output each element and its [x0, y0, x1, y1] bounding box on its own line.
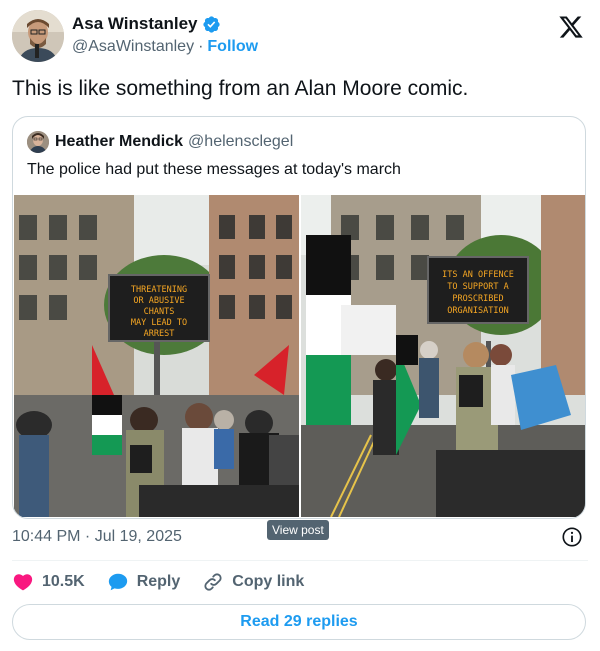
author-name-row: Asa Winstanley [72, 14, 221, 34]
sign-right-line-3: ORGANISATION [447, 306, 508, 316]
reply-button[interactable]: Reply [107, 571, 181, 593]
like-count: 10.5K [42, 573, 85, 590]
tweet-timestamp[interactable]: 10:44 PM · Jul 19, 2025 [12, 528, 182, 546]
action-bar: 10.5K Reply Copy link [12, 570, 326, 594]
sign-right-line-2: PROSCRIBED [452, 294, 503, 304]
verified-badge-icon [202, 15, 220, 33]
sign-right-line-1: TO SUPPORT A [447, 282, 508, 292]
follow-button[interactable]: Follow [207, 38, 258, 56]
link-icon [204, 573, 222, 591]
read-replies-button[interactable]: Read 29 replies [12, 604, 586, 640]
quoted-photo-left[interactable]: THREATENING OR ABUSIVE CHANTS MAY LEAD T… [14, 195, 299, 517]
sign-left-line-1: OR ABUSIVE [133, 296, 184, 306]
x-logo-icon[interactable] [558, 14, 584, 40]
heart-icon [13, 574, 33, 591]
reply-bubble-icon [108, 573, 127, 591]
author-avatar[interactable] [12, 10, 64, 62]
quoted-author-avatar [27, 131, 49, 153]
copy-link-button[interactable]: Copy link [202, 571, 304, 593]
quoted-text: The police had put these messages at tod… [27, 161, 401, 178]
divider [12, 560, 588, 561]
quoted-tweet[interactable]: Heather Mendick @helensclegel The police… [12, 116, 586, 519]
sign-left-line-2: CHANTS [144, 307, 175, 317]
quoted-handle: @helensclegel [188, 133, 294, 150]
quoted-photo-right[interactable]: ITS AN OFFENCE TO SUPPORT A PROSCRIBED O… [301, 195, 585, 517]
info-icon[interactable] [561, 526, 583, 548]
handle-separator: · [198, 38, 204, 55]
copy-link-label: Copy link [232, 573, 305, 590]
view-post-tooltip[interactable]: View post [267, 520, 329, 540]
sign-left-line-3: MAY LEAD TO [131, 318, 187, 328]
author-handle-row: @AsaWinstanley · Follow [72, 38, 258, 56]
author-display-name[interactable]: Asa Winstanley [72, 14, 198, 34]
quoted-name-row: Heather Mendick @helensclegel [55, 133, 293, 151]
reply-label: Reply [136, 573, 181, 590]
sign-left-line-4: ARREST [144, 329, 175, 339]
sign-left-line-0: THREATENING [131, 285, 187, 295]
sign-right-line-0: ITS AN OFFENCE [442, 270, 514, 280]
quoted-display-name: Heather Mendick [55, 133, 184, 150]
tweet-text: This is like something from an Alan Moor… [12, 77, 469, 100]
author-handle[interactable]: @AsaWinstanley [72, 38, 194, 56]
like-button[interactable]: 10.5K [12, 571, 85, 593]
tweet-header: Asa Winstanley @AsaWinstanley · Follow [12, 10, 588, 62]
